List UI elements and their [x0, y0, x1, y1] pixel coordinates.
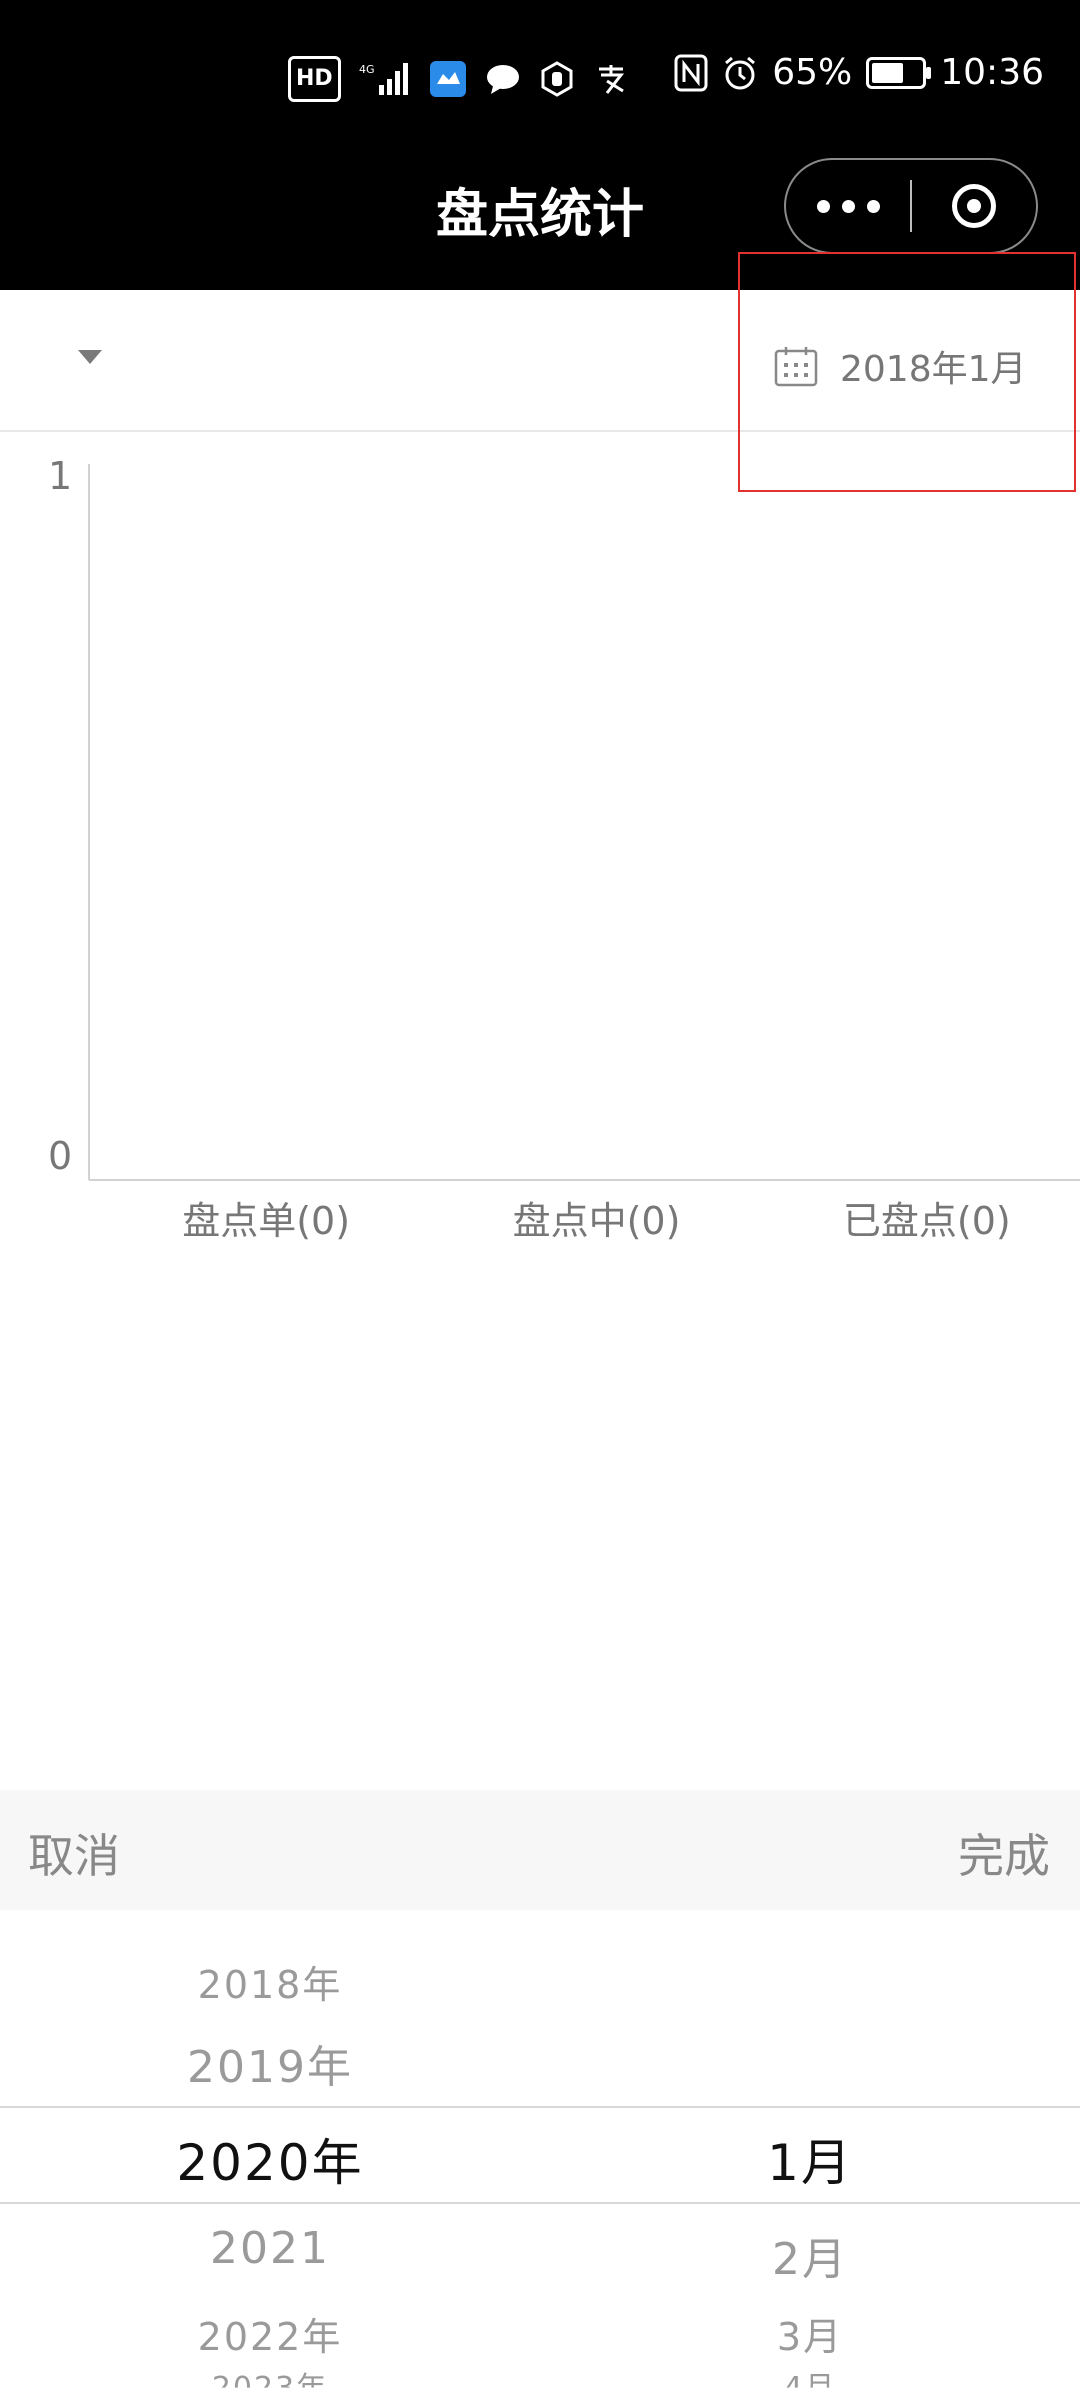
picker-option[interactable]: 2019年: [0, 2031, 540, 2095]
y-tick-label: 1: [48, 454, 73, 498]
more-dot-icon: [816, 199, 830, 213]
picker-option[interactable]: 2018年: [0, 1954, 540, 2009]
battery-percent: 65%: [772, 52, 853, 93]
nfc-icon: [674, 53, 708, 93]
app-header: HD 4G 65% 10:36 盘点统计: [0, 0, 1080, 290]
picker-toolbar: 取消 完成: [0, 1790, 1080, 1910]
battery-icon: [866, 56, 932, 89]
y-tick-label: 0: [48, 1134, 73, 1178]
alipay-icon: [593, 59, 629, 99]
target-icon: [951, 184, 996, 228]
picker-option-selected[interactable]: 2020年: [0, 2123, 540, 2195]
picker-option[interactable]: 4月: [540, 2363, 1080, 2387]
alarm-icon: [722, 53, 758, 93]
inventory-chart: 1 0 盘点单(0) 盘点中(0) 已盘点(0): [0, 440, 1080, 1260]
done-button[interactable]: 完成: [958, 1820, 1050, 1886]
x-tick-label: 已盘点(0): [842, 1199, 1011, 1243]
picker-option[interactable]: 2021: [0, 2223, 540, 2274]
app-icon: [429, 59, 467, 99]
month-column[interactable]: 1月 2月 3月 4月: [540, 1910, 1080, 2400]
network-type-label: 4G: [359, 63, 375, 76]
date-picker-wheel[interactable]: 2018年 2019年 2020年 2021 2022年 2023年 1月 2月 3月 4月: [0, 1910, 1080, 2400]
status-bar: HD 4G 65% 10:36: [0, 48, 1080, 108]
picker-option[interactable]: 2月: [540, 2223, 1080, 2287]
more-dot-icon: [841, 199, 855, 213]
picker-option[interactable]: 2022年: [0, 2306, 540, 2361]
hd-icon: HD: [288, 56, 341, 102]
more-button[interactable]: [786, 199, 910, 213]
mini-program-capsule: [784, 158, 1038, 254]
battery-level-fill: [872, 62, 904, 83]
picker-option-selected[interactable]: 1月: [540, 2123, 1080, 2195]
year-column[interactable]: 2018年 2019年 2020年 2021 2022年 2023年: [0, 1910, 540, 2400]
signal-icon: 4G: [359, 59, 411, 99]
chart-svg: [88, 464, 1080, 1181]
x-tick-label: 盘点中(0): [512, 1199, 681, 1243]
more-dot-icon: [866, 199, 880, 213]
close-mini-program-button[interactable]: [912, 184, 1036, 228]
hand-icon: [539, 59, 575, 99]
status-time: 10:36: [940, 52, 1044, 93]
dropdown-caret-icon[interactable]: [78, 350, 102, 364]
picker-option[interactable]: 3月: [540, 2306, 1080, 2361]
picker-option[interactable]: 2023年: [0, 2363, 540, 2387]
x-tick-label: 盘点单(0): [182, 1199, 351, 1243]
chat-icon: [485, 59, 521, 99]
cancel-button[interactable]: 取消: [28, 1820, 120, 1886]
